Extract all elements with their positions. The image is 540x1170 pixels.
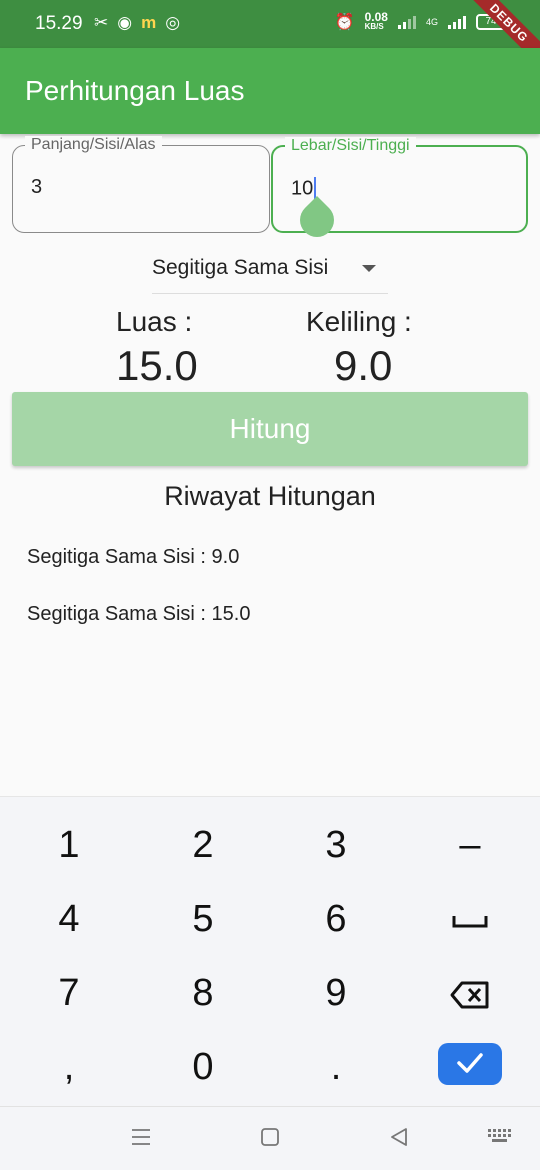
app-bar: Perhitungan Luas — [0, 48, 540, 134]
network-speed: 0.08 KB/S — [364, 10, 388, 31]
network-type: 4G — [425, 17, 438, 27]
key-8[interactable]: 8 — [153, 963, 253, 1023]
status-right: ⏰ 0.08 KB/S 4G 74 — [334, 10, 506, 32]
key-0[interactable]: 0 — [153, 1037, 253, 1097]
menu-icon[interactable] — [131, 1127, 151, 1152]
lebar-label: Lebar/Sisi/Tinggi — [285, 137, 416, 155]
key-minus[interactable]: – — [420, 815, 520, 875]
system-nav-bar — [0, 1106, 540, 1170]
cursor-handle[interactable] — [292, 195, 342, 245]
back-icon[interactable] — [389, 1127, 409, 1152]
key-9[interactable]: 9 — [286, 963, 386, 1023]
done-check-icon — [457, 1053, 483, 1073]
signal-icon — [397, 15, 416, 29]
backspace-icon — [450, 981, 489, 1009]
circle-app-icon: ◉ — [117, 13, 133, 32]
keliling-value: 9.0 — [334, 342, 393, 389]
alarm-icon: ⏰ — [334, 14, 355, 31]
panjang-label: Panjang/Sisi/Alas — [25, 136, 162, 154]
luas-value: 15.0 — [116, 342, 198, 389]
backspace-key[interactable] — [420, 963, 520, 1023]
signal-icon-2 — [448, 15, 466, 29]
chevron-down-icon — [362, 265, 376, 272]
hitung-button[interactable]: Hitung — [12, 392, 528, 466]
key-2[interactable]: 2 — [153, 815, 253, 875]
mcdonalds-icon: m — [141, 13, 157, 32]
numeric-keyboard: 1 2 3 – 4 5 6 7 8 9 , 0 . — [0, 796, 540, 1106]
home-icon[interactable] — [260, 1127, 280, 1152]
status-bar: 15.29 ✂ ◉ m ◎ ⏰ 0.08 KB/S 4G 74 DEBUG — [0, 0, 540, 76]
history-item: Segitiga Sama Sisi : 9.0 — [27, 546, 240, 568]
space-icon — [452, 915, 488, 928]
key-5[interactable]: 5 — [153, 889, 253, 949]
history-title: Riwayat Hitungan — [164, 481, 376, 511]
instagram-icon: ◎ — [165, 13, 181, 32]
key-6[interactable]: 6 — [286, 889, 386, 949]
notification-icons: ✂ ◉ m ◎ — [94, 13, 180, 33]
panjang-input[interactable]: Panjang/Sisi/Alas 3 — [12, 136, 270, 233]
lebar-input[interactable]: Lebar/Sisi/Tinggi 10 — [271, 137, 528, 245]
history-item: Segitiga Sama Sisi : 15.0 — [27, 603, 251, 625]
status-time: 15.29 — [35, 13, 83, 34]
shape-dropdown[interactable]: Segitiga Sama Sisi — [152, 250, 388, 294]
key-7[interactable]: 7 — [19, 963, 119, 1023]
key-3[interactable]: 3 — [286, 815, 386, 875]
clapper-icon: ✂ — [94, 13, 109, 32]
space-key[interactable] — [420, 889, 520, 949]
keliling-label: Keliling : — [306, 306, 412, 337]
key-4[interactable]: 4 — [19, 889, 119, 949]
key-comma[interactable]: , — [19, 1037, 119, 1097]
luas-label: Luas : — [116, 306, 193, 337]
panjang-value: 3 — [31, 176, 43, 198]
keyboard-icon[interactable] — [487, 1127, 513, 1150]
done-key[interactable] — [438, 1043, 502, 1085]
key-period[interactable]: . — [286, 1037, 386, 1097]
app-title: Perhitungan Luas — [25, 75, 245, 106]
lebar-value: 10 — [291, 177, 314, 200]
shape-dropdown-value: Segitiga Sama Sisi — [152, 256, 329, 279]
key-1[interactable]: 1 — [19, 815, 119, 875]
